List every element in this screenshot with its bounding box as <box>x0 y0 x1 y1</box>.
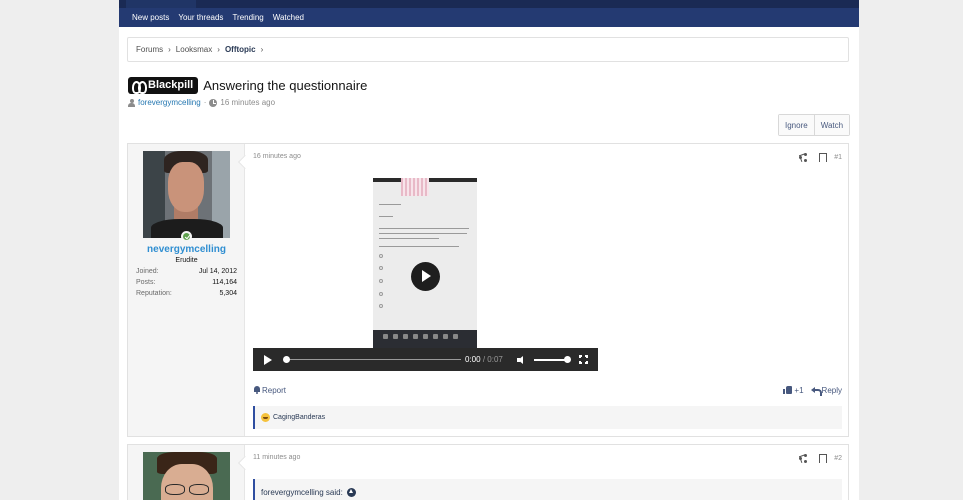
reaction-user[interactable]: CagingBanderas <box>273 414 325 421</box>
bell-icon <box>253 386 260 394</box>
thread-actions: Ignore Watch <box>778 114 851 136</box>
volume-handle[interactable] <box>564 356 571 363</box>
stat-value: Jul 14, 2012 <box>198 268 237 275</box>
online-status-icon <box>181 231 192 242</box>
post-number[interactable]: #2 <box>834 455 842 462</box>
share-icon[interactable] <box>798 152 810 162</box>
volume-slider[interactable] <box>534 359 568 361</box>
post-time[interactable]: 16 minutes ago <box>253 153 301 160</box>
user-pane: nevergymcelling Erudite Joined: Jul 14, … <box>128 144 253 436</box>
post-time[interactable]: 11 minutes ago <box>253 454 300 461</box>
chevron-right-icon: › <box>217 45 220 54</box>
post-username[interactable]: nevergymcelling <box>128 244 245 255</box>
bookmark-icon[interactable] <box>816 152 828 162</box>
arrow-up-circle-icon[interactable] <box>346 487 356 497</box>
video-player[interactable]: 0:00 / 0:07 <box>253 178 598 371</box>
video-controls: 0:00 / 0:07 <box>253 348 598 371</box>
stat-value: 114,164 <box>212 279 237 286</box>
like-count[interactable]: +1 <box>794 386 803 395</box>
reply-button[interactable]: Reply <box>822 386 842 395</box>
reply-icon <box>810 386 822 396</box>
play-overlay-icon[interactable] <box>411 262 440 291</box>
post-number[interactable]: #1 <box>834 154 842 161</box>
stat-posts: Posts: 114,164 <box>136 279 237 290</box>
stat-reputation: Reputation: 5,304 <box>136 290 237 301</box>
post-body: 11 minutes ago #2 forevergymcelling said… <box>245 445 848 500</box>
chevron-right-icon: › <box>260 45 264 54</box>
post: nevergymcelling Erudite Joined: Jul 14, … <box>127 143 849 437</box>
post-actions: #1 <box>792 152 842 162</box>
stat-label: Reputation: <box>136 290 172 297</box>
video-time: 0:00 / 0:07 <box>465 355 503 364</box>
thumbs-up-icon[interactable] <box>783 386 793 394</box>
prefix-badge[interactable]: Blackpill <box>128 76 199 94</box>
stat-label: Posts: <box>136 279 156 286</box>
breadcrumb-looksmax[interactable]: Looksmax <box>176 45 212 54</box>
clock-icon <box>209 98 218 107</box>
post-actions: #2 <box>792 453 842 463</box>
page: New posts Your threads Trending Watched … <box>119 0 859 500</box>
avatar[interactable] <box>143 452 230 500</box>
post-footer: Report +1 Reply <box>253 384 842 396</box>
seek-bar[interactable] <box>286 359 461 360</box>
chevron-right-icon: › <box>168 45 171 54</box>
user-icon <box>128 98 135 107</box>
current-time: 0:00 <box>465 355 481 364</box>
fullscreen-icon[interactable] <box>578 354 589 365</box>
meta-separator: · <box>203 98 207 107</box>
laugh-emoji-icon <box>261 413 270 422</box>
breadcrumb-forums[interactable]: Forums <box>136 45 163 54</box>
play-icon[interactable] <box>264 355 272 365</box>
share-icon[interactable] <box>798 453 810 463</box>
nav-watched[interactable]: Watched <box>273 13 304 22</box>
stat-value: 5,304 <box>219 290 237 297</box>
breadcrumb-offtopic[interactable]: Offtopic <box>225 45 256 54</box>
selected-tab[interactable] <box>126 0 196 8</box>
stat-joined: Joined: Jul 14, 2012 <box>136 268 237 279</box>
prefix-label: Blackpill <box>148 79 194 91</box>
breadcrumb: Forums › Looksmax › Offtopic › <box>127 37 849 62</box>
user-stats: Joined: Jul 14, 2012 Posts: 114,164 Repu… <box>136 268 237 301</box>
quote-attribution[interactable]: forevergymcelling said: <box>261 488 343 497</box>
report-link[interactable]: Report <box>253 386 286 395</box>
stat-label: Joined: <box>136 268 159 275</box>
avatar[interactable] <box>143 151 230 238</box>
quote-block: forevergymcelling said: <box>253 479 842 500</box>
post: 11 minutes ago #2 forevergymcelling said… <box>127 444 849 500</box>
nav-your-threads[interactable]: Your threads <box>178 13 223 22</box>
nav-new-posts[interactable]: New posts <box>132 13 169 22</box>
nav-trending[interactable]: Trending <box>232 13 263 22</box>
sub-nav: New posts Your threads Trending Watched <box>119 8 859 27</box>
post-body: 16 minutes ago #1 0:00 / 0:07 Report +1 … <box>245 144 848 436</box>
page-title: Answering the questionnaire <box>203 77 368 93</box>
seek-handle[interactable] <box>283 356 290 363</box>
volume-icon[interactable] <box>517 356 527 364</box>
reactions-bar: CagingBanderas <box>253 406 842 429</box>
thread-header: Blackpill Answering the questionnaire <box>128 76 367 94</box>
thread-author[interactable]: forevergymcelling <box>138 98 201 107</box>
thread-meta: forevergymcelling · 16 minutes ago <box>128 98 275 107</box>
report-label: Report <box>262 385 287 395</box>
duration: 0:07 <box>487 355 503 364</box>
thread-time: 16 minutes ago <box>220 98 276 107</box>
footer-right: +1 Reply <box>783 386 842 396</box>
ignore-button[interactable]: Ignore <box>779 115 814 135</box>
user-title: Erudite <box>175 257 198 264</box>
blackpill-icon <box>132 80 147 94</box>
user-pane <box>128 445 253 500</box>
time-separator: / <box>482 355 486 364</box>
bookmark-icon[interactable] <box>816 453 828 463</box>
watch-button[interactable]: Watch <box>813 115 850 135</box>
top-bar <box>119 0 859 8</box>
